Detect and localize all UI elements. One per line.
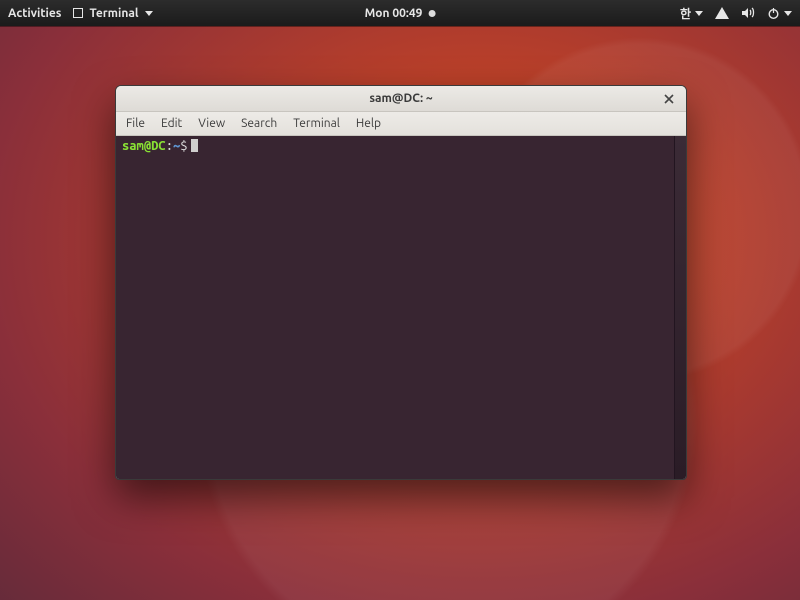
input-source-label: 한 [680,5,691,22]
gnome-top-panel: Activities Terminal Mon 00:49 한 [0,0,800,26]
activities-button[interactable]: Activities [8,7,61,20]
menu-terminal[interactable]: Terminal [293,117,340,130]
clock-label: Mon 00:49 [365,7,423,20]
clock[interactable]: Mon 00:49 [365,7,436,20]
notification-dot-icon [428,10,435,17]
prompt-symbol: $ [180,139,187,153]
input-source[interactable]: 한 [680,5,703,22]
menu-help[interactable]: Help [356,117,381,130]
cursor-icon [191,139,198,152]
menubar: File Edit View Search Terminal Help [116,112,686,136]
terminal-app-icon [73,8,83,18]
window-title: sam@DC: ~ [369,92,432,105]
chevron-down-icon [784,11,792,16]
app-menu[interactable]: Terminal [73,7,152,20]
terminal-viewport[interactable]: sam@DC:~$ [116,136,674,479]
terminal-window: sam@DC: ~ File Edit View Search Terminal… [115,85,687,480]
menu-edit[interactable]: Edit [161,117,182,130]
chevron-down-icon [145,11,153,16]
menu-search[interactable]: Search [241,117,277,130]
app-menu-label: Terminal [89,7,138,20]
terminal-scrollbar[interactable] [674,136,686,479]
prompt-sep: : [166,139,173,153]
menu-file[interactable]: File [126,117,145,130]
prompt-userhost: sam@DC [122,139,166,153]
volume-icon[interactable] [741,7,755,19]
chevron-down-icon [695,11,703,16]
menu-view[interactable]: View [198,117,225,130]
window-titlebar[interactable]: sam@DC: ~ [116,86,686,112]
power-icon[interactable] [767,7,792,20]
close-icon [664,94,674,104]
network-icon[interactable] [715,7,729,19]
close-button[interactable] [660,90,678,108]
